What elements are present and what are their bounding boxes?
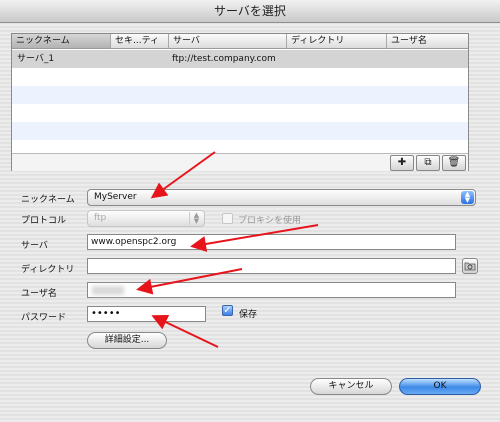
annotation-arrow-password bbox=[151, 314, 219, 348]
annotation-arrow-user bbox=[136, 268, 243, 295]
annotation-arrows bbox=[136, 151, 319, 348]
annotation-arrow-nickname bbox=[150, 151, 216, 199]
annotation-arrow-server bbox=[190, 224, 319, 252]
